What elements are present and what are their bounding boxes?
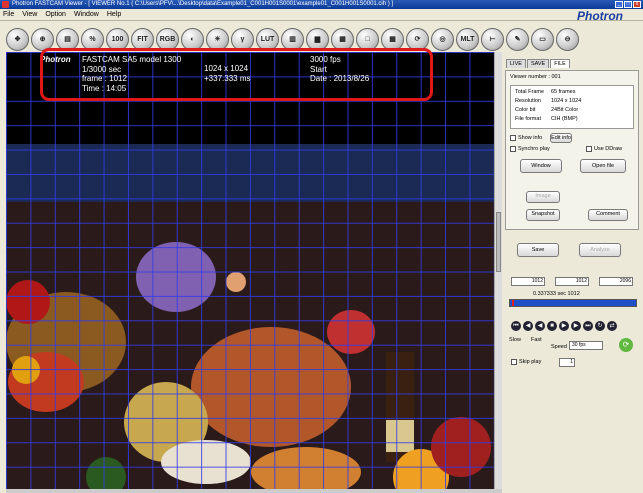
- highlight-box: [40, 48, 433, 101]
- stop-icon[interactable]: ■: [547, 321, 557, 331]
- last-frame-icon[interactable]: ⏭: [583, 321, 593, 331]
- play-icon[interactable]: ▶: [559, 321, 569, 331]
- image-button[interactable]: Image: [526, 191, 560, 203]
- edit-info-button[interactable]: Edit info: [550, 133, 572, 143]
- viewer-number: Viewer number : 001: [510, 74, 561, 80]
- window-button[interactable]: Window: [520, 159, 562, 173]
- skip-play-label: Skip play: [519, 359, 542, 365]
- ruler-icon[interactable]: ⊢: [481, 27, 504, 51]
- tab-save[interactable]: SAVE: [526, 59, 550, 68]
- fast-label: Fast: [531, 337, 542, 343]
- loop-icon[interactable]: ↻: [595, 321, 605, 331]
- maximize-button[interactable]: □: [624, 1, 632, 8]
- info-key: Color bit: [515, 107, 536, 113]
- window-controls: _ □ x: [615, 1, 641, 8]
- multi-icon[interactable]: MLT: [456, 27, 479, 51]
- use-ddraw-checkbox[interactable]: [586, 146, 592, 152]
- sync-play-label: Synchro play: [518, 146, 550, 152]
- analyze-button[interactable]: Analyze: [579, 243, 621, 257]
- info-value: 65 frames: [551, 89, 576, 95]
- horizontal-scrollbar[interactable]: [6, 489, 502, 493]
- time-readout: 0.337333 sec 1012: [533, 291, 580, 297]
- playback-controls: ⏮ ◀ ◀ ■ ▶ ▶ ⏭ ↻ ⇄: [511, 321, 639, 333]
- use-ddraw-label: Use DDraw: [594, 146, 623, 152]
- menu-help[interactable]: Help: [107, 11, 121, 18]
- menu-option[interactable]: Option: [45, 11, 66, 18]
- play-reverse-icon[interactable]: ◀: [535, 321, 545, 331]
- info-key: File format: [515, 116, 541, 122]
- start-frame-field[interactable]: 1012: [511, 277, 545, 286]
- pen-icon[interactable]: ✎: [506, 27, 529, 51]
- refresh-icon[interactable]: ⟳: [619, 338, 633, 352]
- show-info-checkbox[interactable]: [510, 135, 516, 141]
- sync-play-checkbox[interactable]: [510, 146, 516, 152]
- menu-bar: File View Option Window Help Photron: [0, 9, 643, 23]
- close-button[interactable]: x: [633, 1, 641, 8]
- minimize-button[interactable]: _: [615, 1, 623, 8]
- save-button[interactable]: Save: [517, 243, 559, 257]
- menu-window[interactable]: Window: [74, 11, 99, 18]
- file-tab-content: Viewer number : 001 Total Frame 65 frame…: [505, 70, 639, 230]
- current-frame-field[interactable]: 1012: [555, 277, 589, 286]
- window-title: Photron FASTCAM Viewer - [ VIEWER No.1 (…: [12, 1, 394, 7]
- timeline-slider[interactable]: [509, 299, 637, 307]
- info-key: Resolution: [515, 98, 541, 104]
- end-frame-field[interactable]: 2096: [599, 277, 633, 286]
- scrollbar-thumb[interactable]: [496, 212, 501, 272]
- info-value: CIH (BMP): [551, 116, 578, 122]
- menu-file[interactable]: File: [3, 11, 14, 18]
- skip-value-field[interactable]: 1: [559, 358, 575, 367]
- panel-tabs: LIVE SAVE FILE: [506, 59, 570, 68]
- speed-label: Speed: [551, 344, 567, 350]
- show-info-label: Show info: [518, 135, 543, 141]
- image-viewer[interactable]: Photron FASTCAM SA5 model 1300 1/3000 se…: [6, 52, 494, 489]
- menu-view[interactable]: View: [22, 11, 37, 18]
- minus-icon[interactable]: ⊖: [556, 27, 579, 51]
- grid-overlay: [6, 52, 494, 489]
- timeline-marker[interactable]: [512, 300, 514, 306]
- vertical-scrollbar[interactable]: [494, 52, 502, 489]
- slow-label: Slow: [509, 337, 521, 343]
- file-info-box: Total Frame 65 frames Resolution 1024 x …: [510, 85, 634, 129]
- tab-file[interactable]: FILE: [550, 59, 570, 68]
- comment-button[interactable]: Comment: [588, 209, 628, 221]
- title-bar: Photron FASTCAM Viewer - [ VIEWER No.1 (…: [0, 0, 643, 9]
- repeat-icon[interactable]: ⇄: [607, 321, 617, 331]
- move-icon[interactable]: ✥: [6, 27, 29, 51]
- display-icon[interactable]: ▭: [531, 27, 554, 51]
- info-value: 1024 x 1024: [551, 98, 582, 104]
- camera-icon[interactable]: ◎: [431, 27, 454, 51]
- open-file-button[interactable]: Open file: [580, 159, 626, 173]
- step-forward-icon[interactable]: ▶: [571, 321, 581, 331]
- info-value: 24Bit Color: [551, 107, 579, 113]
- tab-live[interactable]: LIVE: [506, 59, 526, 68]
- control-panel: LIVE SAVE FILE Viewer number : 001 Total…: [503, 57, 643, 489]
- speed-select[interactable]: 30 fps: [569, 341, 603, 350]
- snapshot-button[interactable]: Snapshot: [526, 209, 560, 221]
- skip-play-checkbox[interactable]: [511, 359, 517, 365]
- first-frame-icon[interactable]: ⏮: [511, 321, 521, 331]
- app-icon: [2, 1, 9, 8]
- step-back-icon[interactable]: ◀: [523, 321, 533, 331]
- info-key: Total Frame: [515, 89, 545, 95]
